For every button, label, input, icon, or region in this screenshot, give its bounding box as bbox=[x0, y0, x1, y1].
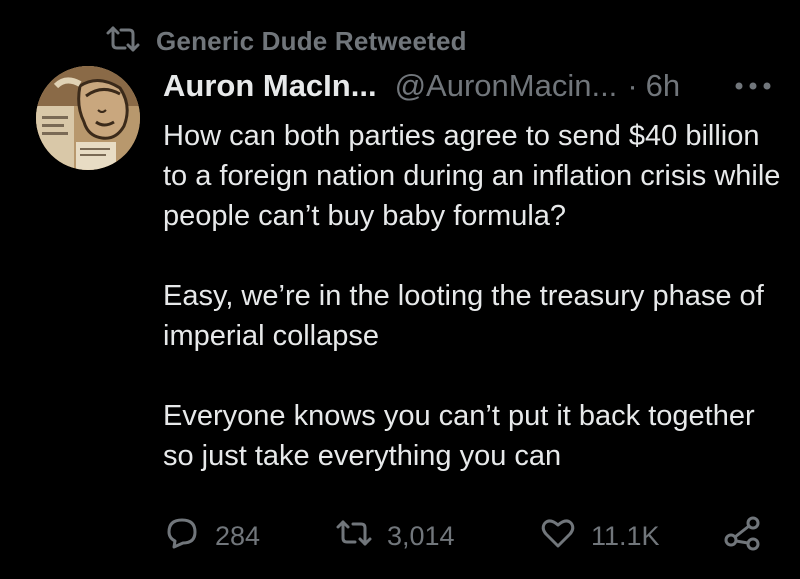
author-name[interactable]: Auron MacIn... bbox=[163, 68, 377, 104]
heart-icon bbox=[539, 514, 577, 559]
separator-dot: · bbox=[627, 68, 638, 103]
like-count: 11.1K bbox=[591, 520, 660, 551]
tweet-paragraph: Everyone knows you can’t put it back tog… bbox=[163, 400, 755, 472]
share-button[interactable] bbox=[723, 514, 761, 558]
retweet-context: Generic Dude Retweeted bbox=[104, 24, 467, 59]
tweet-time[interactable]: 6h bbox=[646, 68, 680, 104]
tweet-header: Auron MacIn... @AuronMacin... · 6h bbox=[163, 66, 773, 106]
tweet-text: How can both parties agree to send $40 b… bbox=[163, 116, 783, 476]
action-bar: 284 3,014 11.1K bbox=[163, 514, 773, 558]
share-icon bbox=[723, 514, 761, 559]
tweet-paragraph: Easy, we’re in the looting the treasury … bbox=[163, 280, 764, 352]
avatar-image bbox=[36, 66, 140, 170]
retweet-button[interactable]: 3,014 bbox=[335, 514, 455, 558]
retweeted-by-label: Generic Dude Retweeted bbox=[156, 26, 467, 56]
like-button[interactable]: 11.1K bbox=[539, 514, 660, 558]
avatar[interactable] bbox=[36, 66, 140, 170]
more-options-icon[interactable] bbox=[733, 66, 773, 106]
author-handle[interactable]: @AuronMacin... bbox=[395, 68, 618, 104]
reply-icon bbox=[163, 514, 201, 559]
tweet-paragraph: How can both parties agree to send $40 b… bbox=[163, 120, 781, 232]
retweet-count: 3,014 bbox=[387, 520, 455, 551]
retweet-icon bbox=[104, 24, 142, 59]
retweet-icon bbox=[335, 514, 373, 559]
reply-button[interactable]: 284 bbox=[163, 514, 260, 558]
reply-count: 284 bbox=[215, 520, 261, 551]
